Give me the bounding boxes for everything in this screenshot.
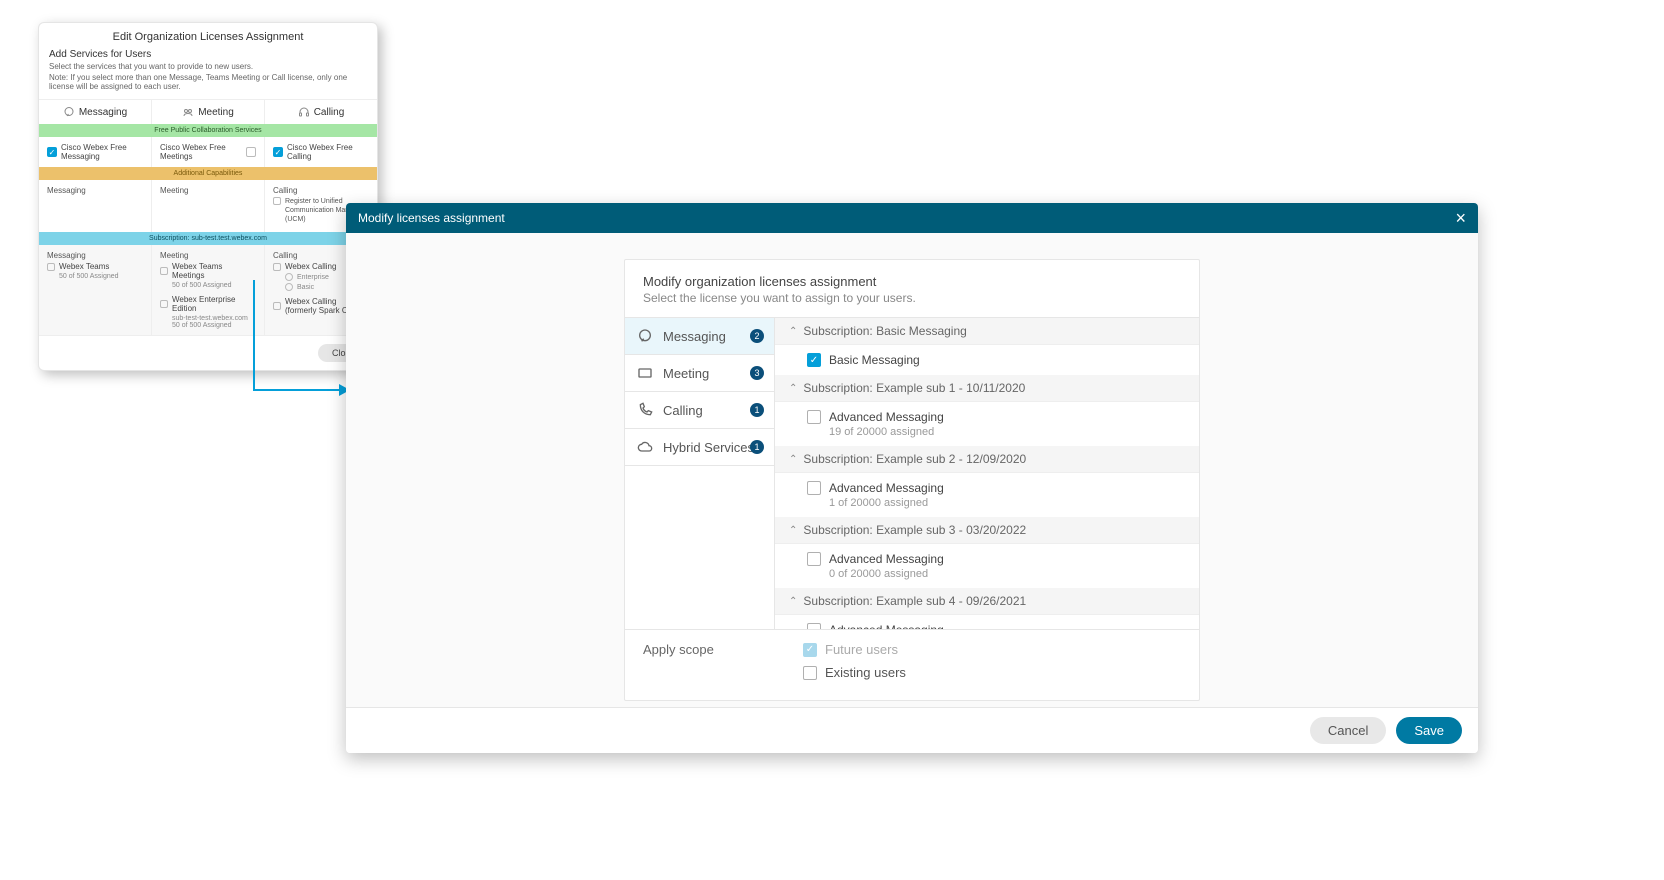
headset-icon [298, 106, 310, 118]
legacy-col-meeting: Meeting [152, 100, 265, 124]
tab-hybrid-services[interactable]: Hybrid Services 1 [625, 429, 774, 466]
modal-footer: Cancel Save [346, 707, 1478, 753]
existing-users-checkbox[interactable] [803, 666, 817, 680]
license-checkbox[interactable] [807, 410, 821, 424]
license-label: Advanced Messaging [829, 552, 944, 566]
modify-licenses-modal: Modify licenses assignment × Modify orga… [346, 203, 1478, 753]
future-users-label: Future users [825, 642, 898, 657]
license-item: Advanced Messaging3 of 20000 assigned [775, 615, 1199, 629]
subscription-header[interactable]: ⌃Subscription: Example sub 1 - 10/11/202… [775, 375, 1199, 402]
legacy-col-messaging: Messaging [39, 100, 152, 124]
device-icon [637, 365, 653, 381]
license-checkbox[interactable]: ✓ [807, 353, 821, 367]
tab-messaging[interactable]: Messaging 2 [625, 318, 774, 355]
legacy-desc2: Note: If you select more than one Messag… [39, 73, 377, 93]
panel-subtitle: Select the license you want to assign to… [625, 291, 1199, 317]
chevron-up-icon: ⌃ [789, 596, 797, 607]
license-checkbox[interactable] [807, 552, 821, 566]
license-item: Advanced Messaging 19 of 20000 assigned [775, 402, 1199, 446]
existing-users-label: Existing users [825, 665, 906, 680]
chat-icon [637, 328, 653, 344]
legacy-band-addl: Additional Capabilities [39, 167, 377, 180]
tab-calling[interactable]: Calling 1 [625, 392, 774, 429]
modal-title: Modify licenses assignment [358, 211, 505, 225]
category-tabs: Messaging 2 Meeting 3 Ca [625, 318, 775, 629]
legacy-band-sub[interactable]: Subscription: sub-test.test.webex.com ⌃ [39, 232, 377, 245]
license-label: Advanced Messaging [829, 623, 944, 629]
license-assigned-count: 1 of 20000 assigned [829, 497, 1185, 509]
tab-label: Calling [663, 403, 703, 418]
license-checkbox[interactable] [807, 623, 821, 629]
meeting-icon [182, 106, 194, 118]
chat-icon [63, 106, 75, 118]
panel-title: Modify organization licenses assignment [625, 260, 1199, 291]
checkbox-icon[interactable]: ✓ [273, 147, 283, 157]
tab-label: Messaging [663, 329, 726, 344]
checkbox-icon[interactable] [273, 197, 281, 205]
tab-badge: 3 [750, 366, 764, 380]
cancel-button[interactable]: Cancel [1310, 717, 1386, 744]
license-item: Advanced Messaging 1 of 20000 assigned [775, 473, 1199, 517]
license-panel: Modify organization licenses assignment … [624, 259, 1200, 701]
future-users-checkbox[interactable]: ✓ [803, 643, 817, 657]
checkbox-icon[interactable] [160, 300, 168, 308]
chevron-up-icon: ⌃ [789, 326, 797, 337]
modal-header: Modify licenses assignment × [346, 203, 1478, 233]
close-icon[interactable]: × [1455, 208, 1466, 229]
tab-meeting[interactable]: Meeting 3 [625, 355, 774, 392]
legacy-title: Edit Organization Licenses Assignment [39, 23, 377, 49]
chevron-up-icon: ⌃ [789, 525, 797, 536]
license-assigned-count: 0 of 20000 assigned [829, 568, 1185, 580]
checkbox-icon[interactable] [273, 263, 281, 271]
chevron-up-icon: ⌃ [789, 454, 797, 465]
checkbox-icon[interactable] [246, 147, 256, 157]
tab-badge: 1 [750, 403, 764, 417]
apply-scope-label: Apply scope [643, 642, 763, 688]
tab-badge: 2 [750, 329, 764, 343]
save-button[interactable]: Save [1396, 717, 1462, 744]
license-item: Advanced Messaging 0 of 20000 assigned [775, 544, 1199, 588]
legacy-col-calling: Calling [265, 100, 377, 124]
phone-icon [637, 402, 653, 418]
tab-label: Hybrid Services [663, 440, 754, 455]
chevron-up-icon: ⌃ [789, 383, 797, 394]
license-label: Advanced Messaging [829, 410, 944, 424]
checkbox-icon[interactable] [160, 267, 168, 275]
legacy-subtitle: Add Services for Users [39, 49, 377, 62]
subscription-header[interactable]: ⌃Subscription: Example sub 3 - 03/20/202… [775, 517, 1199, 544]
license-checkbox[interactable] [807, 481, 821, 495]
license-scroll-area[interactable]: ⌃Subscription: Basic Messaging ✓ Basic Mes… [775, 318, 1199, 629]
transition-arrow-icon [244, 280, 354, 420]
subscription-header[interactable]: ⌃Subscription: Basic Messaging [775, 318, 1199, 345]
license-item: ✓ Basic Messaging [775, 345, 1199, 375]
checkbox-icon[interactable] [47, 263, 55, 271]
subscription-header[interactable]: ⌃Subscription: Example sub 2 - 12/09/202… [775, 446, 1199, 473]
legacy-band-free: Free Public Collaboration Services [39, 124, 377, 137]
cloud-icon [637, 439, 653, 455]
license-label: Basic Messaging [829, 353, 920, 367]
tab-label: Meeting [663, 366, 709, 381]
license-assigned-count: 19 of 20000 assigned [829, 426, 1185, 438]
tab-badge: 1 [750, 440, 764, 454]
legacy-desc1: Select the services that you want to pro… [39, 62, 377, 73]
apply-scope-section: Apply scope ✓ Future users Existing user… [625, 629, 1199, 700]
checkbox-icon[interactable]: ✓ [47, 147, 57, 157]
license-label: Advanced Messaging [829, 481, 944, 495]
subscription-header[interactable]: ⌃Subscription: Example sub 4 - 09/26/202… [775, 588, 1199, 615]
